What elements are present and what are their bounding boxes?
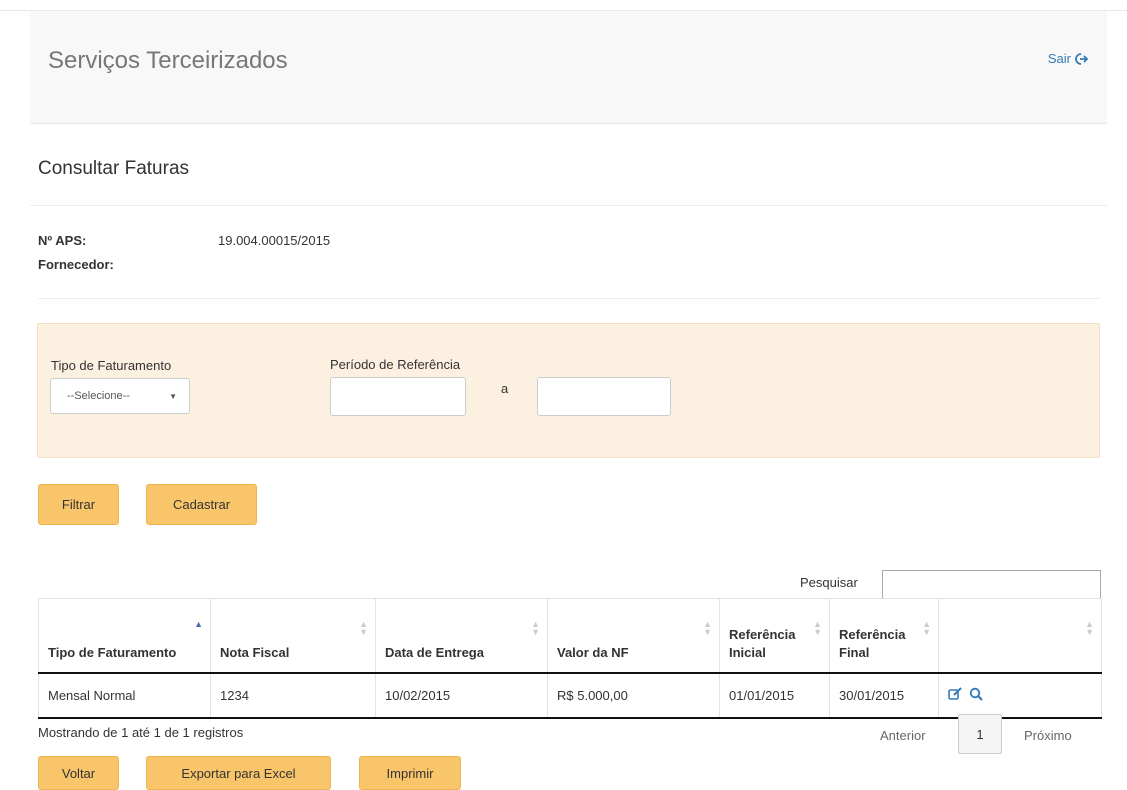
billing-type-label: Tipo de Faturamento [51, 358, 172, 373]
search-input[interactable] [882, 570, 1101, 599]
column-header[interactable]: ▲ ▼ [938, 598, 1102, 674]
table-cell: 01/01/2015 [719, 672, 830, 719]
app-header: Serviços Terceirizados Sair [30, 11, 1107, 124]
table-info: Mostrando de 1 até 1 de 1 registros [38, 725, 244, 740]
table-cell: R$ 5.000,00 [547, 672, 720, 719]
sort-asc-icon: ▲ [194, 619, 203, 629]
period-separator: a [501, 381, 509, 396]
register-button[interactable]: Cadastrar [146, 484, 257, 525]
divider [38, 298, 1101, 299]
export-excel-button[interactable]: Exportar para Excel [146, 756, 331, 790]
supplier-label: Fornecedor: [38, 257, 114, 272]
column-header[interactable]: Referência Final ▲ ▼ [829, 598, 939, 674]
search-label: Pesquisar [800, 575, 858, 590]
billing-type-select[interactable]: --Selecione-- ▼ [50, 378, 190, 414]
pagination-previous[interactable]: Anterior [880, 728, 926, 743]
column-header[interactable]: Referência Inicial ▲ ▼ [719, 598, 830, 674]
sort-icon: ▲ ▼ [703, 619, 712, 637]
edit-icon[interactable] [948, 687, 963, 704]
column-header[interactable]: Data de Entrega ▲ ▼ [375, 598, 548, 674]
sort-icon: ▲ ▼ [359, 619, 368, 637]
aps-value: 19.004.00015/2015 [218, 233, 331, 248]
logout-link[interactable]: Sair [1048, 51, 1089, 66]
table-cell: Mensal Normal [38, 672, 211, 719]
logout-label: Sair [1047, 51, 1071, 66]
chevron-down-icon: ▼ [169, 391, 177, 401]
column-header[interactable]: Nota Fiscal ▲ ▼ [210, 598, 376, 674]
print-button[interactable]: Imprimir [359, 756, 461, 790]
pagination-next[interactable]: Próximo [1024, 728, 1072, 743]
aps-label: Nº APS: [38, 233, 87, 248]
table-cell: 30/01/2015 [829, 672, 939, 719]
table-cell: 10/02/2015 [375, 672, 548, 719]
sort-icon: ▲ ▼ [813, 619, 822, 637]
table-header-row: Tipo de Faturamento ▲ Nota Fiscal ▲ ▼ Data … [38, 598, 1102, 674]
period-end-input[interactable] [537, 377, 671, 416]
table-row: Mensal Normal 1234 10/02/2015 R$ 5.000,0… [38, 672, 1102, 719]
filter-button[interactable]: Filtrar [38, 484, 119, 525]
table-cell: 1234 [210, 672, 376, 719]
logout-icon [1075, 52, 1089, 65]
divider [30, 205, 1107, 206]
pagination-current-page[interactable]: 1 [958, 714, 1002, 754]
row-actions-cell [938, 672, 1102, 719]
period-label: Período de Referência [330, 357, 461, 372]
back-button[interactable]: Voltar [38, 756, 119, 790]
column-header[interactable]: Valor da NF ▲ ▼ [547, 598, 720, 674]
billing-type-selected: --Selecione-- [67, 390, 130, 402]
page-title: Consultar Faturas [38, 158, 190, 179]
period-start-input[interactable] [330, 377, 466, 416]
column-header[interactable]: Tipo de Faturamento ▲ [38, 598, 211, 674]
app-title: Serviços Terceirizados [48, 47, 288, 74]
invoices-table: Tipo de Faturamento ▲ Nota Fiscal ▲ ▼ Data … [38, 598, 1102, 719]
sort-icon: ▲ ▼ [922, 619, 931, 637]
sort-icon: ▲ ▼ [1085, 619, 1094, 637]
sort-icon: ▲ ▼ [531, 619, 540, 637]
search-icon[interactable] [969, 687, 983, 704]
